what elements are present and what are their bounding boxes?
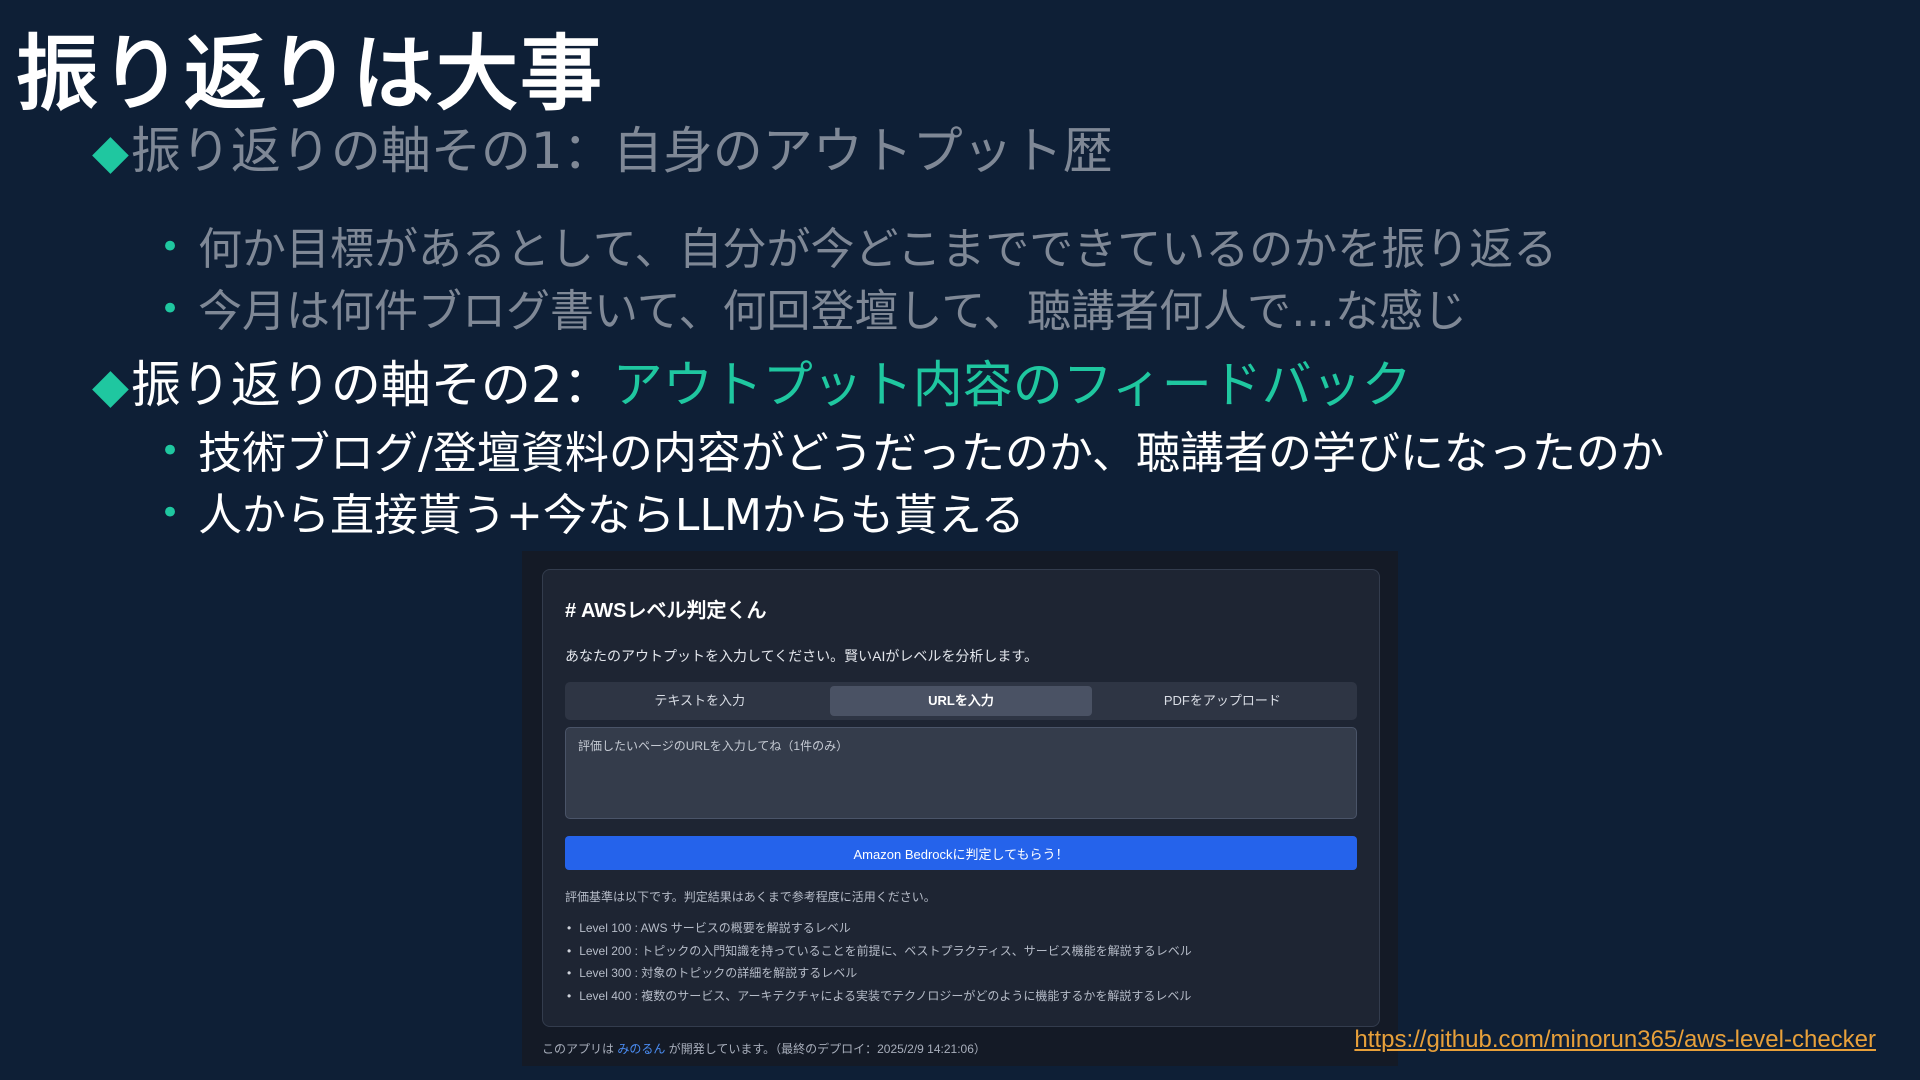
- criteria-item-level-400: Level 400 : 複数のサービス、アーキテクチャによる実装でテクノロジーが…: [565, 985, 1192, 1008]
- criteria-list: Level 100 : AWS サービスの概要を解説するレベル Level 20…: [565, 917, 1192, 1007]
- point-1-text: 振り返りの軸その1：自身のアウトプット歴: [130, 122, 1113, 180]
- app-screenshot: # AWSレベル判定くん あなたのアウトプットを入力してください。賢いAIがレベ…: [522, 551, 1398, 1066]
- criteria-item-level-300: Level 300 : 対象のトピックの詳細を解説するレベル: [565, 962, 1192, 985]
- point-2-sub-2-text: 人から直接貰う+今ならLLMからも貰える: [198, 490, 1025, 541]
- criteria-item-level-100: Level 100 : AWS サービスの概要を解説するレベル: [565, 917, 1192, 940]
- app-title: # AWSレベル判定くん: [565, 600, 767, 622]
- point-1: ◆振り返りの軸その1：自身のアウトプット歴: [92, 124, 1113, 179]
- point-2-text: 振り返りの軸その2：: [130, 356, 613, 414]
- point-2: ◆振り返りの軸その2：アウトプット内容のフィードバック: [92, 358, 1412, 413]
- point-1-sub-1-text: 何か目標があるとして、自分が今どこまでできているのかを振り返る: [198, 224, 1558, 275]
- tab-url-input[interactable]: URLを入力: [830, 686, 1092, 716]
- footer-prefix: このアプリは: [542, 1042, 618, 1056]
- criteria-intro: 評価基準は以下です。判定結果はあくまで参考程度に活用ください。: [565, 890, 936, 904]
- slide-title: 振り返りは大事: [16, 27, 605, 122]
- bullet-dot-icon: •: [160, 227, 181, 267]
- footer-suffix: が開発しています。（最終のデプロイ：2025/2/9 14:21:06）: [665, 1042, 986, 1056]
- point-2-sub-1-text: 技術ブログ/登壇資料の内容がどうだったのか、聴講者の学びになったのか: [198, 428, 1665, 479]
- bedrock-evaluate-button[interactable]: Amazon Bedrockに判定してもらう！: [565, 836, 1357, 870]
- point-1-sub-1: • 何か目標があるとして、自分が今どこまでできているのかを振り返る: [160, 224, 1558, 275]
- diamond-bullet-icon: ◆: [92, 358, 129, 414]
- app-card: # AWSレベル判定くん あなたのアウトプットを入力してください。賢いAIがレベ…: [542, 569, 1380, 1027]
- input-mode-tabs: テキストを入力 URLを入力 PDFをアップロード: [565, 682, 1357, 720]
- tab-text-input[interactable]: テキストを入力: [569, 686, 830, 716]
- author-link[interactable]: みのるん: [617, 1042, 665, 1056]
- bullet-dot-icon: •: [160, 431, 181, 471]
- point-2-highlight: アウトプット内容のフィードバック: [612, 356, 1412, 414]
- point-2-sub-1: • 技術ブログ/登壇資料の内容がどうだったのか、聴講者の学びになったのか: [160, 428, 1665, 479]
- point-1-sub-2: • 今月は何件ブログ書いて、何回登壇して、聴講者何人で…な感じ: [160, 286, 1468, 337]
- tab-pdf-upload[interactable]: PDFをアップロード: [1092, 686, 1353, 716]
- app-description: あなたのアウトプットを入力してください。賢いAIがレベルを分析します。: [565, 648, 1038, 664]
- bullet-dot-icon: •: [160, 289, 181, 329]
- github-repo-link[interactable]: https://github.com/minorun365/aws-level-…: [1354, 1026, 1876, 1054]
- app-footer: このアプリは みのるん が開発しています。（最終のデプロイ：2025/2/9 1…: [542, 1040, 986, 1057]
- point-2-sub-2: • 人から直接貰う+今ならLLMからも貰える: [160, 490, 1025, 541]
- point-1-sub-2-text: 今月は何件ブログ書いて、何回登壇して、聴講者何人で…な感じ: [198, 286, 1468, 337]
- url-input[interactable]: [565, 727, 1357, 819]
- bullet-dot-icon: •: [160, 493, 181, 533]
- diamond-bullet-icon: ◆: [92, 124, 129, 180]
- criteria-item-level-200: Level 200 : トピックの入門知識を持っていることを前提に、ベストプラク…: [565, 940, 1192, 963]
